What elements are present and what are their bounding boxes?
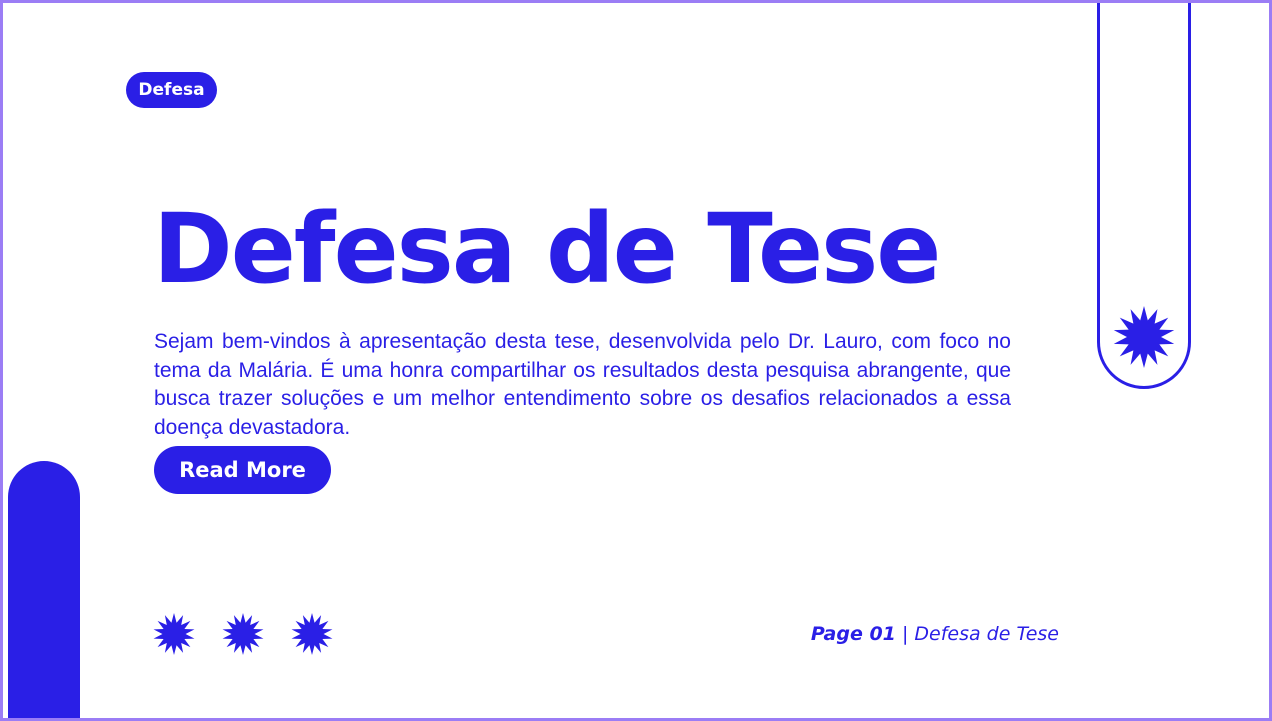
- starburst-icon: [153, 613, 195, 655]
- footer-title: Defesa de Tese: [914, 623, 1059, 645]
- page-number: Page 01: [810, 623, 896, 645]
- starburst-icon: [222, 613, 264, 655]
- starburst-icon: [291, 613, 333, 655]
- slide: Defesa Defesa de Tese Sejam bem-vindos à…: [0, 0, 1272, 721]
- read-more-button[interactable]: Read More: [154, 446, 331, 494]
- slide-description: Sejam bem-vindos à apresentação desta te…: [154, 330, 1011, 439]
- left-arch-decoration: [8, 461, 80, 718]
- slide-title: Defesa de Tese: [153, 193, 941, 305]
- tag-pill: Defesa: [126, 72, 217, 108]
- footer-page-label: Page 01 | Defesa de Tese: [763, 620, 1059, 648]
- starburst-icon: [1113, 306, 1175, 368]
- footer-separator: |: [895, 623, 915, 645]
